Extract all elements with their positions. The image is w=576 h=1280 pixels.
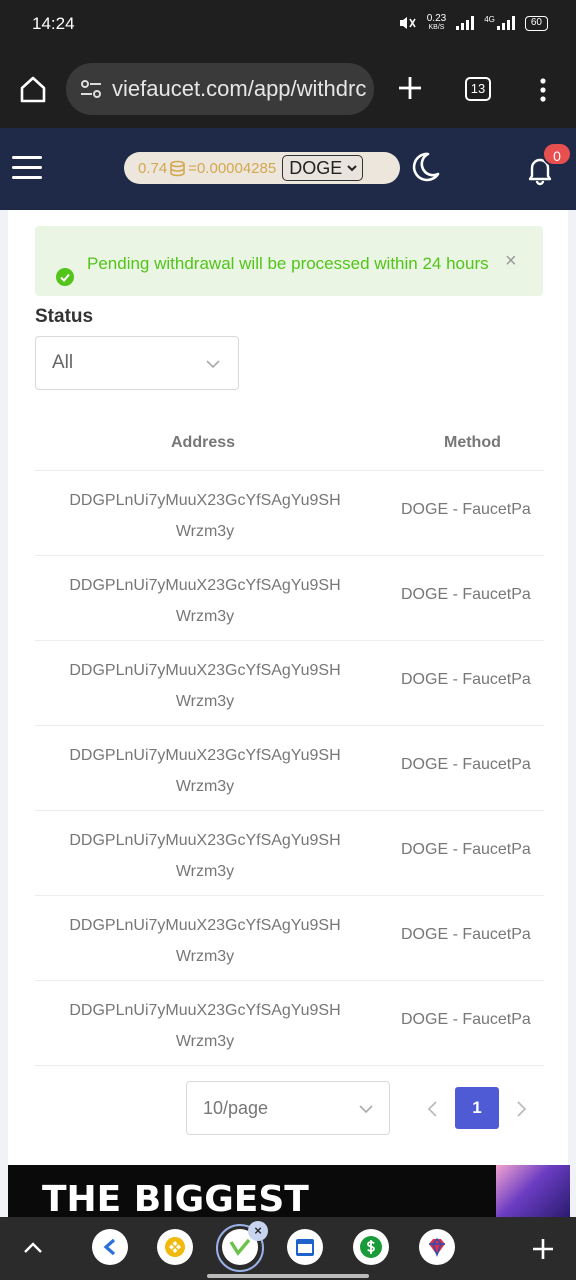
bottom-tab-strip: × [0, 1217, 576, 1280]
mute-vibrate-icon [399, 17, 416, 29]
chevron-up-icon[interactable] [22, 1237, 44, 1259]
address-cell: DDGPLnUi7yMuuX23GcYfSAgYu9SH Wrzm3y [69, 492, 341, 540]
page-size-value: 10/page [203, 1097, 269, 1118]
notification-badge: 0 [542, 142, 572, 166]
signal-icon [456, 16, 475, 30]
table-bottom-divider [35, 1065, 544, 1066]
status-filter-select[interactable]: All [35, 336, 239, 390]
signal-2-icon [496, 16, 515, 30]
battery-icon: 60 [524, 15, 548, 31]
method-cell: DOGE - FaucetPa [401, 1011, 531, 1028]
currency-value: DOGE [289, 157, 343, 178]
alert-close-icon[interactable]: × [505, 250, 517, 273]
alert-message: Pending withdrawal will be processed wit… [87, 254, 489, 273]
table-row: DDGPLnUi7yMuuX23GcYfSAgYu9SH Wrzm3y DOGE … [35, 725, 544, 810]
tab-switcher-button[interactable]: 13 [465, 77, 491, 101]
more-menu-icon[interactable] [533, 76, 553, 104]
table-row: DDGPLnUi7yMuuX23GcYfSAgYu9SH Wrzm3y DOGE … [35, 980, 544, 1065]
back-arrow-tab-icon[interactable] [92, 1229, 128, 1265]
hamburger-menu-icon[interactable] [12, 156, 42, 180]
address-cell: DDGPLnUi7yMuuX23GcYfSAgYu9SH Wrzm3y [69, 832, 341, 880]
pending-alert: Pending withdrawal will be processed wit… [35, 226, 543, 296]
network-speed: 0.23 KB/S [426, 13, 447, 32]
home-icon[interactable] [18, 74, 48, 104]
method-cell: DOGE - FaucetPa [401, 756, 531, 773]
address-bar[interactable]: viefaucet.com/app/withdrc [66, 63, 374, 115]
status-filter-value: All [52, 352, 74, 373]
address-cell: DDGPLnUi7yMuuX23GcYfSAgYu9SH Wrzm3y [69, 577, 341, 625]
binance-tab-icon[interactable] [157, 1229, 193, 1265]
method-cell: DOGE - FaucetPa [401, 926, 531, 943]
table-row: DDGPLnUi7yMuuX23GcYfSAgYu9SH Wrzm3y DOGE … [35, 895, 544, 980]
chevron-down-icon [347, 165, 357, 172]
address-cell: DDGPLnUi7yMuuX23GcYfSAgYu9SH Wrzm3y [69, 917, 341, 965]
new-tab-icon[interactable] [396, 74, 424, 102]
withdrawals-card: Pending withdrawal will be processed wit… [8, 210, 568, 1165]
ad-banner[interactable]: THE BIGGEST [8, 1165, 570, 1217]
balance-converted: =0.00004285 [188, 159, 277, 177]
table-row: DDGPLnUi7yMuuX23GcYfSAgYu9SH Wrzm3y DOGE … [35, 555, 544, 640]
network-type: 4G [484, 14, 495, 24]
page-1-button[interactable]: 1 [455, 1087, 499, 1129]
site-settings-icon[interactable] [78, 76, 104, 102]
column-header-address: Address [171, 434, 236, 451]
method-cell: DOGE - FaucetPa [401, 841, 531, 858]
currency-select[interactable]: DOGE [282, 155, 364, 181]
chevron-down-icon [206, 360, 220, 369]
address-cell: DDGPLnUi7yMuuX23GcYfSAgYu9SH Wrzm3y [69, 1002, 341, 1050]
success-check-icon [56, 268, 74, 286]
ad-image [496, 1165, 570, 1217]
status-icons: 0.23 KB/S 4G 60 [397, 14, 548, 32]
table-row: DDGPLnUi7yMuuX23GcYfSAgYu9SH Wrzm3y DOGE … [35, 640, 544, 725]
address-cell: DDGPLnUi7yMuuX23GcYfSAgYu9SH Wrzm3y [69, 747, 341, 795]
balance-display: 0.74 =0.00004285 DOGE [124, 152, 400, 184]
table-row: DDGPLnUi7yMuuX23GcYfSAgYu9SH Wrzm3y DOGE … [35, 470, 544, 555]
dark-mode-moon-icon[interactable] [408, 150, 442, 184]
calendar-tab-icon[interactable] [287, 1229, 323, 1265]
withdrawals-table: DDGPLnUi7yMuuX23GcYfSAgYu9SH Wrzm3y DOGE … [35, 470, 544, 1066]
url-text[interactable]: viefaucet.com/app/withdrc [112, 76, 366, 102]
address-cell: DDGPLnUi7yMuuX23GcYfSAgYu9SH Wrzm3y [69, 662, 341, 710]
balance-amount: 0.74 [138, 159, 168, 177]
coin-stack-icon [170, 160, 186, 176]
gem-tab-icon[interactable] [419, 1229, 455, 1265]
status-time: 14:24 [32, 14, 75, 33]
dollar-tab-icon[interactable] [353, 1229, 389, 1265]
table-row: DDGPLnUi7yMuuX23GcYfSAgYu9SH Wrzm3y DOGE … [35, 810, 544, 895]
app-header: 0.74 =0.00004285 DOGE 0 [0, 128, 576, 210]
add-tab-icon[interactable] [531, 1237, 555, 1261]
previous-page-icon[interactable] [426, 1100, 440, 1118]
method-cell: DOGE - FaucetPa [401, 586, 531, 603]
page: 14:24 0.23 KB/S 4G 60 viefaucet.com/app/… [0, 0, 576, 1280]
column-header-method: Method [444, 434, 501, 451]
page-size-select[interactable]: 10/page [186, 1081, 390, 1135]
status-filter-label: Status [35, 306, 94, 327]
next-page-icon[interactable] [514, 1100, 528, 1118]
method-cell: DOGE - FaucetPa [401, 671, 531, 688]
ad-text: THE BIGGEST [42, 1179, 309, 1217]
close-tab-icon[interactable]: × [248, 1221, 268, 1241]
gesture-home-indicator [207, 1274, 369, 1278]
browser-toolbar: viefaucet.com/app/withdrc 13 [0, 50, 576, 128]
chevron-down-icon [359, 1105, 373, 1114]
method-cell: DOGE - FaucetPa [401, 501, 531, 518]
status-bar: 14:24 0.23 KB/S 4G 60 [0, 0, 576, 50]
